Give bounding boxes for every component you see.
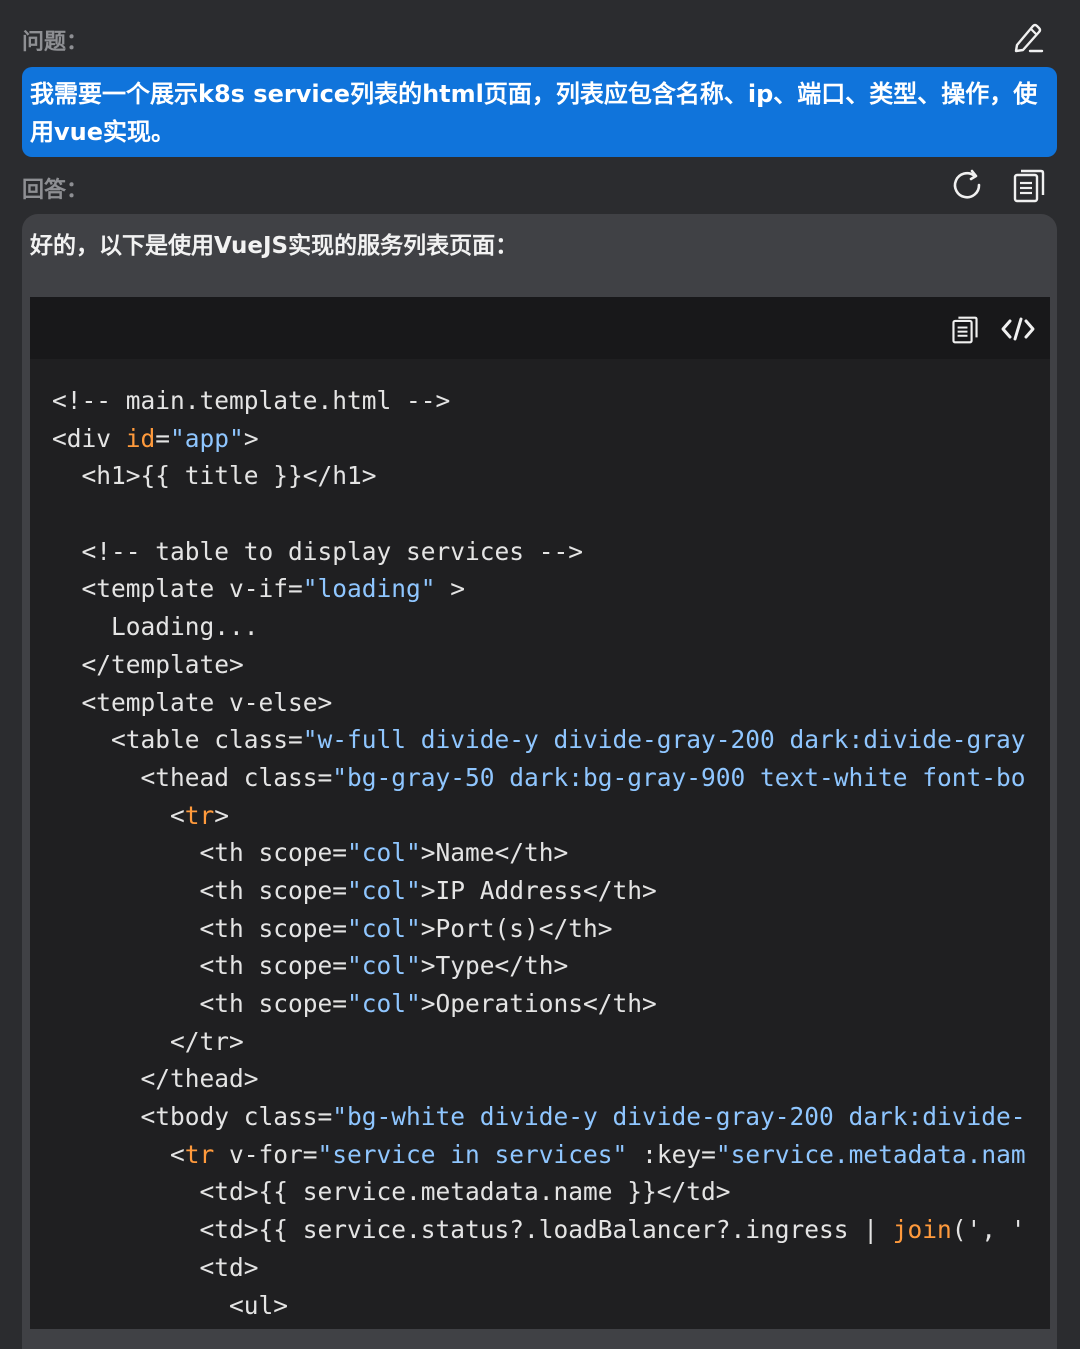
code-token: "app" <box>170 423 244 453</box>
code-line: <thead class="bg-gray-50 dark:bg-gray-90… <box>52 759 1050 797</box>
code-token: >Operations</th> <box>420 989 657 1018</box>
code-line: <template v-else> <box>52 684 1050 722</box>
code-token: <template v-if= <box>52 574 303 604</box>
copy-icon[interactable] <box>1012 168 1046 204</box>
code-token: <th scope= <box>52 989 348 1018</box>
code-token: (', ' <box>951 1215 1026 1245</box>
code-line: <th scope="col">IP Address</th> <box>52 872 1050 910</box>
question-text: 我需要一个展示k8s service列表的html页面，列表应包含名称、ip、端… <box>30 80 1038 146</box>
code-token: <tbody class= <box>52 1102 333 1132</box>
code-token: </tr> <box>52 1026 244 1056</box>
code-line: <div id="app"> <box>52 420 1050 458</box>
code-token: >Port(s)</th> <box>420 913 613 943</box>
code-token: "col" <box>347 951 421 981</box>
code-token: >IP Address</th> <box>420 875 657 905</box>
code-token: <ul> <box>52 1290 289 1320</box>
code-token: > <box>435 574 466 604</box>
code-token: </template> <box>52 649 244 679</box>
code-token: "col" <box>347 913 421 943</box>
code-token: v-for= <box>214 1139 318 1169</box>
code-line: <h1>{{ title }}</h1> <box>52 457 1050 495</box>
code-token: :key= <box>627 1139 716 1169</box>
code-line: </tr> <box>52 1023 1050 1061</box>
code-token: </thead> <box>52 1064 259 1094</box>
code-line: </thead> <box>52 1060 1050 1098</box>
code-line: <th scope="col">Port(s)</th> <box>52 910 1050 948</box>
code-token: "bg-white divide-y divide-gray-200 dark:… <box>332 1102 1026 1132</box>
code-line: <td>{{ service.metadata.name }}</td> <box>52 1173 1050 1211</box>
code-line: <tbody class="bg-white divide-y divide-g… <box>52 1098 1050 1136</box>
code-token: join <box>892 1215 952 1245</box>
code-token: "w-full divide-y divide-gray-200 dark:di… <box>302 725 1026 755</box>
code-token: <td> <box>52 1252 259 1282</box>
code-line: <ul> <box>52 1287 1050 1325</box>
code-token: "col" <box>347 838 421 868</box>
code-line: <td>{{ service.status?.loadBalancer?.ing… <box>52 1211 1050 1249</box>
code-line: <td> <box>52 1249 1050 1287</box>
code-token: >Type</th> <box>420 951 569 981</box>
code-token: <th scope= <box>52 838 348 868</box>
code-line: <template v-if="loading" > <box>52 570 1050 608</box>
code-line: <!-- main.template.html --> <box>52 382 1050 420</box>
code-token: <h1>{{ title }}</h1> <box>52 461 377 491</box>
code-token: "loading" <box>302 574 436 604</box>
code-token: id <box>125 423 156 453</box>
code-token: <th scope= <box>52 951 348 981</box>
code-token: = <box>155 423 171 453</box>
code-line: <table class="w-full divide-y divide-gra… <box>52 721 1050 759</box>
code-token: <!-- table to display services --> <box>52 536 584 566</box>
code-token: >Name</th> <box>420 838 569 868</box>
code-icon[interactable] <box>1001 316 1035 342</box>
edit-pencil-icon[interactable] <box>1012 20 1044 54</box>
code-line: <tr> <box>52 797 1050 835</box>
answer-intro: 好的，以下是使用VueJS实现的服务列表页面： <box>30 233 519 259</box>
code-token: "col" <box>347 989 421 1018</box>
code-token: <thead class= <box>52 762 333 792</box>
code-token: < <box>52 1139 185 1169</box>
code-token: "col" <box>347 875 421 905</box>
code-line: <tr v-for="service in services" :key="se… <box>52 1136 1050 1174</box>
code-header <box>30 297 1050 359</box>
code-token: tr <box>184 1139 215 1169</box>
code-token: <div <box>52 423 126 453</box>
code-line: <th scope="col">Operations</th> <box>52 985 1050 1023</box>
question-label: 问题： <box>22 30 89 55</box>
code-content: <!-- main.template.html --> <div id="app"… <box>52 382 1050 1324</box>
code-block: <!-- main.template.html --> <div id="app"… <box>30 297 1050 1329</box>
code-line: Loading... <box>52 608 1050 646</box>
code-line: <th scope="col">Type</th> <box>52 947 1050 985</box>
code-token: <td>{{ service.status?.loadBalancer?.ing… <box>52 1215 893 1245</box>
refresh-icon[interactable] <box>950 168 986 204</box>
code-token: <table class= <box>52 725 303 755</box>
code-token: <template v-else> <box>52 687 333 717</box>
code-line: <!-- table to display services --> <box>52 533 1050 571</box>
code-token: "service in services" <box>317 1139 628 1169</box>
code-token: Loading... <box>52 612 259 642</box>
answer-label: 回答： <box>22 178 89 203</box>
code-copy-icon[interactable] <box>951 315 979 345</box>
code-token: "service.metadata.nam <box>715 1139 1026 1169</box>
question-bubble: 我需要一个展示k8s service列表的html页面，列表应包含名称、ip、端… <box>22 67 1057 157</box>
answer-bubble: 好的，以下是使用VueJS实现的服务列表页面： <!-- main.templa… <box>22 214 1057 1349</box>
code-token: <th scope= <box>52 875 348 905</box>
code-token: > <box>243 423 259 453</box>
code-token: <th scope= <box>52 913 348 943</box>
code-line: <th scope="col">Name</th> <box>52 834 1050 872</box>
code-token: tr <box>184 800 215 830</box>
code-token: <td>{{ service.metadata.name }}</td> <box>52 1177 731 1207</box>
code-line: </template> <box>52 646 1050 684</box>
code-token: "bg-gray-50 dark:bg-gray-900 text-white … <box>332 762 1026 792</box>
code-token: > <box>214 800 230 830</box>
code-token: < <box>52 800 185 830</box>
code-token: <!-- main.template.html --> <box>52 386 451 415</box>
